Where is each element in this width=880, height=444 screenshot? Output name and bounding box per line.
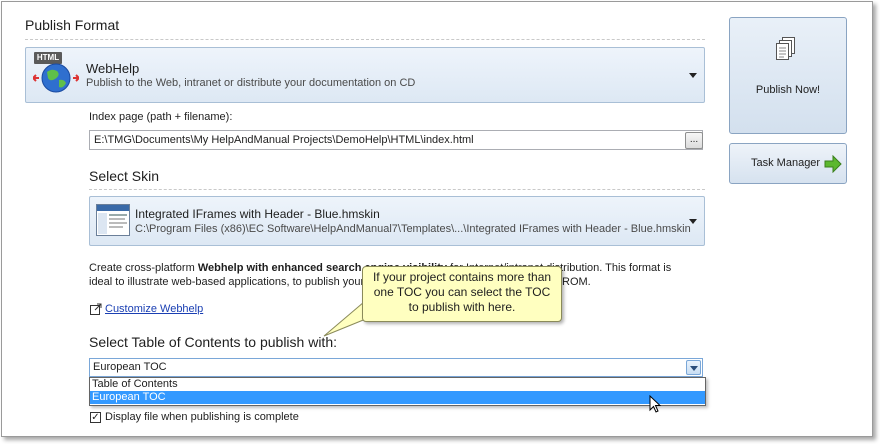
display-file-label: Display file when publishing is complete xyxy=(105,411,299,423)
skin-dropdown[interactable]: Integrated IFrames with Header - Blue.hm… xyxy=(89,196,705,246)
toc-dropdown-list: Table of Contents European TOC xyxy=(89,377,706,406)
skin-path: C:\Program Files (x86)\EC Software\HelpA… xyxy=(135,223,691,235)
toc-selected-value: European TOC xyxy=(93,361,167,373)
index-page-label: Index page (path + filename): xyxy=(89,111,233,123)
format-description: Publish to the Web, intranet or distribu… xyxy=(86,77,416,89)
select-toc-title: Select Table of Contents to publish with… xyxy=(89,334,338,350)
documents-icon xyxy=(776,37,795,60)
skin-name: Integrated IFrames with Header - Blue.hm… xyxy=(135,207,380,221)
toc-option-selected[interactable]: European TOC xyxy=(90,391,705,404)
skin-thumbnail-icon xyxy=(96,204,130,236)
display-file-checkbox[interactable]: ✓ xyxy=(90,412,101,423)
toc-dropdown-button[interactable] xyxy=(686,360,701,375)
index-page-input[interactable]: E:\TMG\Documents\My HelpAndManual Projec… xyxy=(89,130,703,150)
publish-now-label: Publish Now! xyxy=(755,84,821,96)
task-manager-label: Task Manager xyxy=(751,157,821,169)
chevron-down-icon xyxy=(690,366,698,371)
chevron-down-icon xyxy=(689,73,697,78)
customize-webhelp-link[interactable]: Customize Webhelp xyxy=(105,303,203,315)
format-info-line-2b: ROM. xyxy=(562,276,591,288)
format-dropdown[interactable]: HTML WebHelp Publish to the Web, intrane… xyxy=(25,47,705,103)
toc-select[interactable]: European TOC xyxy=(89,358,703,377)
format-name: WebHelp xyxy=(86,61,140,76)
external-link-icon xyxy=(90,303,102,315)
format-info-line-2a: ideal to illustrate web-based applicatio… xyxy=(89,276,365,288)
task-manager-button[interactable]: Task Manager xyxy=(729,143,847,184)
publish-now-button[interactable]: Publish Now! xyxy=(729,17,847,134)
arrow-right-icon xyxy=(824,155,842,173)
desc-text: Create cross-platform xyxy=(89,262,198,274)
publish-format-title: Publish Format xyxy=(25,17,120,33)
callout-tooltip: If your project contains more than one T… xyxy=(362,266,562,322)
globe-icon xyxy=(33,63,79,93)
chevron-down-icon xyxy=(689,219,697,224)
toc-option[interactable]: Table of Contents xyxy=(90,378,705,391)
browse-button[interactable]: ... xyxy=(685,132,703,149)
select-skin-title: Select Skin xyxy=(89,168,160,184)
index-page-value: E:\TMG\Documents\My HelpAndManual Projec… xyxy=(94,134,474,146)
mouse-cursor-icon xyxy=(649,395,662,413)
separator xyxy=(89,189,705,190)
separator xyxy=(25,39,705,40)
